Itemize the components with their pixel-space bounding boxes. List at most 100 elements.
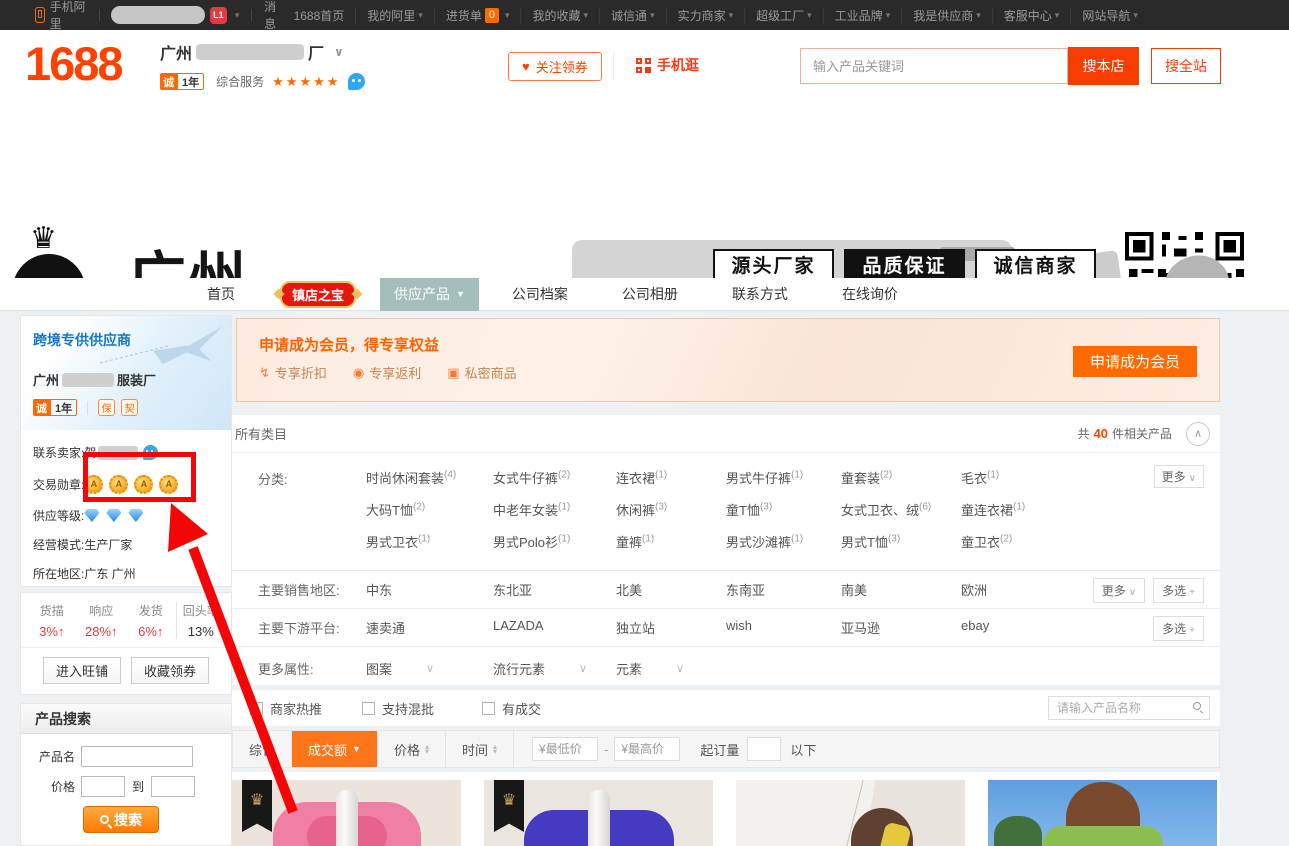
category-link[interactable]: 女式卫衣、绒(6) xyxy=(841,500,961,519)
max-price-input[interactable] xyxy=(614,737,680,761)
platform-multiselect-button[interactable]: 多选+ xyxy=(1153,616,1204,641)
region-link[interactable]: 南美 xyxy=(841,580,961,599)
nav-contact[interactable]: 联系方式 xyxy=(732,284,788,304)
sort-time[interactable]: 时间 ▴▾ xyxy=(446,731,514,767)
checkbox[interactable] xyxy=(250,702,263,715)
attr-element-dropdown[interactable]: 元素∨ xyxy=(616,659,726,678)
all-categories-label[interactable]: 所有类目 xyxy=(235,424,287,443)
category-link[interactable]: 男式牛仔裤(1) xyxy=(726,468,841,487)
platform-link[interactable]: 速卖通 xyxy=(366,618,493,637)
nav-products-active-tab[interactable]: 供应产品 ▼ xyxy=(380,278,479,311)
product-card[interactable] xyxy=(988,780,1217,846)
contract-doc-icon[interactable]: 契 xyxy=(121,399,138,416)
product-filter-search-input[interactable] xyxy=(1048,696,1210,720)
checkbox[interactable] xyxy=(362,702,375,715)
nav-online-inquiry[interactable]: 在线询价 xyxy=(842,284,898,304)
topbar-menu-super-factory[interactable]: 超级工厂 ▾ xyxy=(744,7,823,24)
region-link[interactable]: 北美 xyxy=(616,580,726,599)
moq-input[interactable] xyxy=(747,737,781,761)
category-link[interactable]: 时尚休闲套装(4) xyxy=(366,468,493,487)
topbar-home-link[interactable]: 1688首页 xyxy=(283,7,356,24)
magnifier-icon[interactable] xyxy=(1193,702,1201,710)
nav-company-album[interactable]: 公司相册 xyxy=(622,284,678,304)
category-link[interactable]: 休闲裤(3) xyxy=(616,500,726,519)
category-link[interactable]: 男式沙滩裤(1) xyxy=(726,532,841,551)
messages-link[interactable]: 消息 xyxy=(264,0,282,32)
topbar-menu-industrial-brand[interactable]: 工业品牌 ▾ xyxy=(823,7,902,24)
region-link[interactable]: 东北亚 xyxy=(493,580,616,599)
collapse-panel-button[interactable]: ∧ xyxy=(1186,422,1210,446)
category-link[interactable]: 连衣裙(1) xyxy=(616,468,726,487)
topbar-menu-favorites[interactable]: 我的收藏 ▾ xyxy=(520,7,599,24)
chevron-down-icon[interactable]: ∨ xyxy=(334,45,344,59)
price-max-input[interactable] xyxy=(151,776,195,797)
category-link[interactable]: 女式牛仔裤(2) xyxy=(493,468,616,487)
crown-icon: ♛ xyxy=(30,224,57,254)
chevron-down-icon[interactable]: ▾ xyxy=(235,10,240,21)
attr-pattern-dropdown[interactable]: 图案∨ xyxy=(366,659,493,678)
topbar-menu-supplier[interactable]: 我是供应商 ▾ xyxy=(901,7,992,24)
follow-coupon-button[interactable]: ♥ 关注领券 xyxy=(508,52,602,81)
apply-member-button[interactable]: 申请成为会员 xyxy=(1073,346,1197,377)
topbar-menu-strength-merchant[interactable]: 实力商家 ▾ xyxy=(666,7,745,24)
platform-link[interactable]: LAZADA xyxy=(493,618,616,637)
category-link[interactable]: 男式卫衣(1) xyxy=(366,532,493,551)
attributes-label: 更多属性: xyxy=(232,659,366,678)
search-shop-button[interactable]: 搜本店 xyxy=(1068,47,1139,85)
mobile-visit-link[interactable]: 手机逛 xyxy=(636,55,699,75)
enter-shop-button[interactable]: 进入旺铺 xyxy=(43,657,121,684)
category-link[interactable]: 童连衣裙(1) xyxy=(961,500,1220,519)
product-name-input[interactable] xyxy=(81,746,193,767)
crown-badge-icon: ♛ xyxy=(494,780,524,832)
min-price-input[interactable] xyxy=(532,737,598,761)
category-more-button[interactable]: 更多∨ xyxy=(1154,465,1204,488)
nav-store-treasure[interactable]: 镇店之宝 xyxy=(280,281,356,308)
cart-count-badge: 0 xyxy=(485,8,499,23)
mobile-ali-link[interactable]: 手机阿里 xyxy=(50,0,87,32)
category-link[interactable]: 童卫衣(2) xyxy=(961,532,1220,551)
logo-1688[interactable]: 1688 xyxy=(25,36,122,91)
nav-company-profile[interactable]: 公司档案 xyxy=(512,284,568,304)
category-link[interactable]: 童裤(1) xyxy=(616,532,726,551)
category-link[interactable]: 男式Polo衫(1) xyxy=(493,532,616,551)
sidebar-search-button[interactable]: 搜索 xyxy=(83,806,159,833)
check-has-deals[interactable]: 有成交 xyxy=(482,699,541,718)
category-link[interactable]: 大码T恤(2) xyxy=(366,500,493,519)
topbar-menu-service[interactable]: 客服中心 ▾ xyxy=(992,7,1071,24)
topbar-menu-cart[interactable]: 进货单 0 ▾ xyxy=(434,7,521,24)
sidebar-shop-name[interactable]: 广州 服装厂 xyxy=(33,370,219,389)
topbar-menu-my-ali[interactable]: 我的阿里 ▾ xyxy=(355,7,434,24)
check-mixed-batch[interactable]: 支持混批 xyxy=(362,699,434,718)
business-mode-row: 经营模式: 生产厂家 xyxy=(33,530,231,559)
sort-price[interactable]: 价格 ▴▾ xyxy=(378,731,446,767)
product-card[interactable]: ♛ xyxy=(484,780,713,846)
collect-coupon-button[interactable]: 收藏领券 xyxy=(131,657,209,684)
wangwang-chat-icon[interactable] xyxy=(348,73,365,90)
check-merchant-hot[interactable]: 商家热推 xyxy=(250,699,322,718)
region-link[interactable]: 东南亚 xyxy=(726,580,841,599)
product-card[interactable]: ♛ xyxy=(232,780,461,846)
platform-link[interactable]: wish xyxy=(726,618,841,637)
region-link[interactable]: 中东 xyxy=(366,580,493,599)
guarantee-shield-icon[interactable]: 保 xyxy=(98,399,115,416)
topbar-menu-sitemap[interactable]: 网站导航 ▾ xyxy=(1070,7,1149,24)
product-card[interactable] xyxy=(736,780,965,846)
price-min-input[interactable] xyxy=(81,776,125,797)
shop-name[interactable]: 广州 厂 ∨ xyxy=(160,40,365,64)
platform-link[interactable]: 独立站 xyxy=(616,618,726,637)
topbar-menu-chengxintong[interactable]: 诚信通 ▾ xyxy=(599,7,666,24)
sort-comprehensive[interactable]: 综合 xyxy=(233,731,292,767)
region-more-button[interactable]: 更多∨ xyxy=(1093,578,1145,603)
region-multiselect-button[interactable]: 多选+ xyxy=(1153,578,1204,603)
sort-volume-active[interactable]: 成交额 ▼ xyxy=(292,731,378,767)
search-site-button[interactable]: 搜全站 xyxy=(1151,48,1221,84)
category-link[interactable]: 男式T恤(3) xyxy=(841,532,961,551)
attr-trend-dropdown[interactable]: 流行元素∨ xyxy=(493,659,616,678)
store-search-input[interactable] xyxy=(800,48,1068,84)
category-link[interactable]: 童T恤(3) xyxy=(726,500,841,519)
category-link[interactable]: 中老年女装(1) xyxy=(493,500,616,519)
platform-link[interactable]: 亚马逊 xyxy=(841,618,961,637)
checkbox[interactable] xyxy=(482,702,495,715)
category-link[interactable]: 童套装(2) xyxy=(841,468,961,487)
nav-home[interactable]: 首页 xyxy=(207,284,235,304)
